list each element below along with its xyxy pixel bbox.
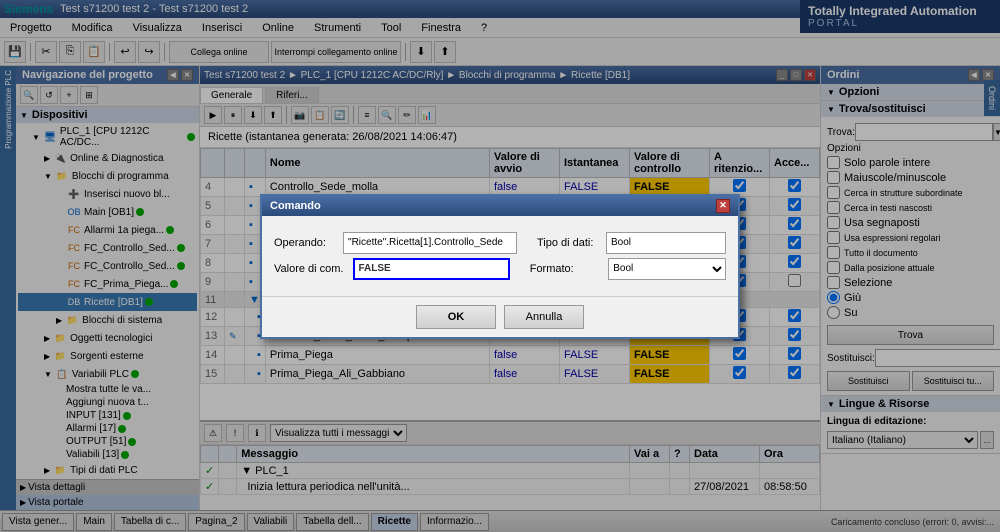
modal-operando-label: Operando: — [274, 237, 343, 249]
modal-value-row: Valore di com. Formato: Bool — [274, 258, 726, 280]
modal-footer: OK Annulla — [262, 296, 738, 337]
modal-close-btn[interactable]: ✕ — [716, 199, 730, 213]
modal-valore-label: Valore di com. — [274, 263, 353, 275]
modal-body: Operando: Tipo di dati: Valore di com. F… — [262, 216, 738, 296]
modal-tipo-input — [606, 232, 726, 254]
modal-title: Comando — [270, 200, 321, 212]
modal-formato-select[interactable]: Bool — [608, 258, 726, 280]
modal-overlay: Comando ✕ Operando: Tipo di dati: Valore… — [0, 0, 1000, 532]
modal-tipo-label: Tipo di dati: — [537, 237, 606, 249]
modal-title-bar: Comando ✕ — [262, 196, 738, 216]
modal-dialog: Comando ✕ Operando: Tipo di dati: Valore… — [260, 194, 740, 339]
modal-operando-row: Operando: Tipo di dati: — [274, 232, 726, 254]
modal-ok-btn[interactable]: OK — [416, 305, 496, 329]
modal-cancel-btn[interactable]: Annulla — [504, 305, 584, 329]
modal-valore-input[interactable] — [353, 258, 510, 280]
modal-operando-input[interactable] — [343, 232, 517, 254]
modal-formato-label: Formato: — [530, 263, 609, 275]
